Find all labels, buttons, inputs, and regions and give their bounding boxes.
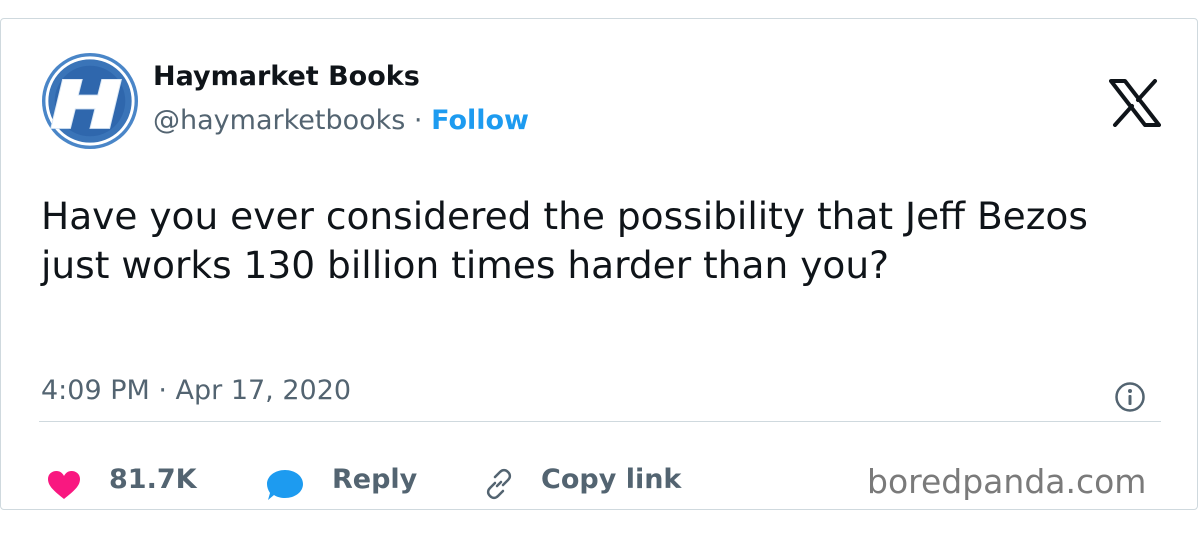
x-logo-icon[interactable] (1109, 79, 1161, 127)
tweet-text: Have you ever considered the possibility… (41, 194, 1088, 287)
info-icon[interactable] (1114, 381, 1146, 413)
divider (39, 421, 1161, 422)
link-icon[interactable] (483, 468, 515, 500)
separator-dot: · (405, 105, 432, 136)
tweet-card: Haymarket Books @haymarketbooks · Follow… (0, 18, 1198, 510)
heart-icon[interactable] (47, 470, 81, 500)
tweet-timestamp[interactable]: 4:09 PM · Apr 17, 2020 (41, 375, 351, 406)
author-handle[interactable]: @haymarketbooks (153, 105, 405, 136)
tweet-actions: 81.7K Reply Copy link boredpanda.com (1, 462, 1197, 506)
author-handle-line: @haymarketbooks · Follow (153, 105, 529, 136)
author-name[interactable]: Haymarket Books (153, 61, 420, 92)
watermark: boredpanda.com (867, 462, 1147, 501)
avatar[interactable] (41, 52, 139, 150)
copy-link-button[interactable]: Copy link (541, 464, 681, 495)
likes-count[interactable]: 81.7K (109, 464, 197, 495)
reply-bubble-icon[interactable] (265, 468, 305, 502)
follow-button[interactable]: Follow (431, 105, 529, 136)
reply-button[interactable]: Reply (332, 464, 417, 495)
